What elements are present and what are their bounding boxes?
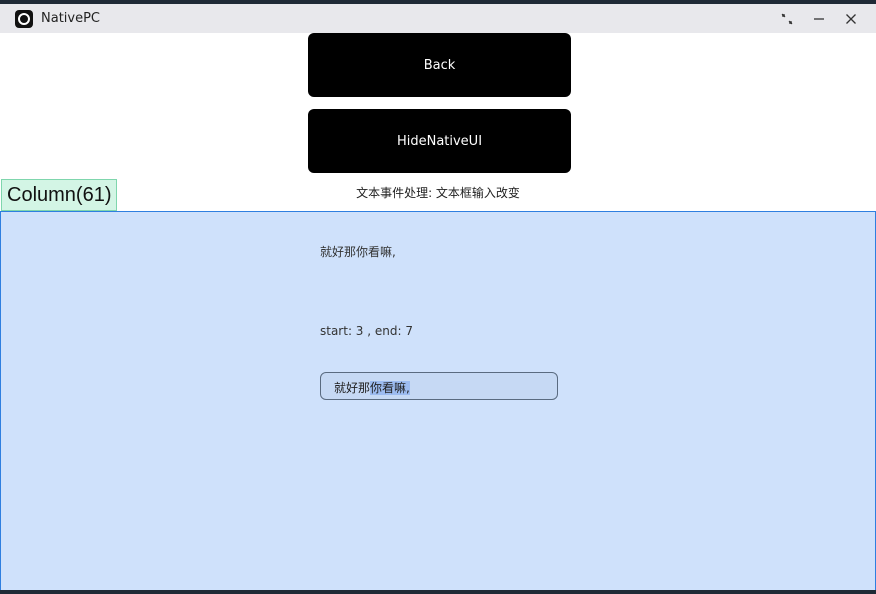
back-button[interactable]: Back	[308, 33, 571, 97]
window-title: NativePC	[41, 11, 101, 26]
echo-text: 就好那你看嘛,	[320, 245, 396, 259]
app-window: NativePC Back HideNativeUI 文本事件处理: 文本框输入…	[0, 4, 876, 590]
input-selection-highlight: 你看嘛,	[370, 381, 410, 395]
text-input-field[interactable]: 就好那你看嘛,	[320, 372, 558, 400]
app-logo-icon	[15, 10, 33, 28]
input-value[interactable]: 就好那你看嘛,	[334, 379, 410, 396]
title-bar[interactable]: NativePC	[0, 4, 876, 33]
restore-icon[interactable]	[776, 8, 798, 30]
hide-native-ui-button[interactable]: HideNativeUI	[308, 109, 571, 173]
main-content: Back HideNativeUI 文本事件处理: 文本框输入改变 Column…	[0, 33, 876, 590]
minimize-icon[interactable]	[808, 8, 830, 30]
close-icon[interactable]	[840, 8, 862, 30]
column-debug-badge: Column(61)	[1, 179, 118, 211]
text-event-panel: 就好那你看嘛, start: 3 , end: 7 就好那你看嘛,	[0, 211, 876, 590]
input-value-unselected: 就好那	[334, 381, 371, 395]
section-caption: 文本事件处理: 文本框输入改变	[356, 186, 520, 200]
selection-status: start: 3 , end: 7	[320, 324, 413, 338]
